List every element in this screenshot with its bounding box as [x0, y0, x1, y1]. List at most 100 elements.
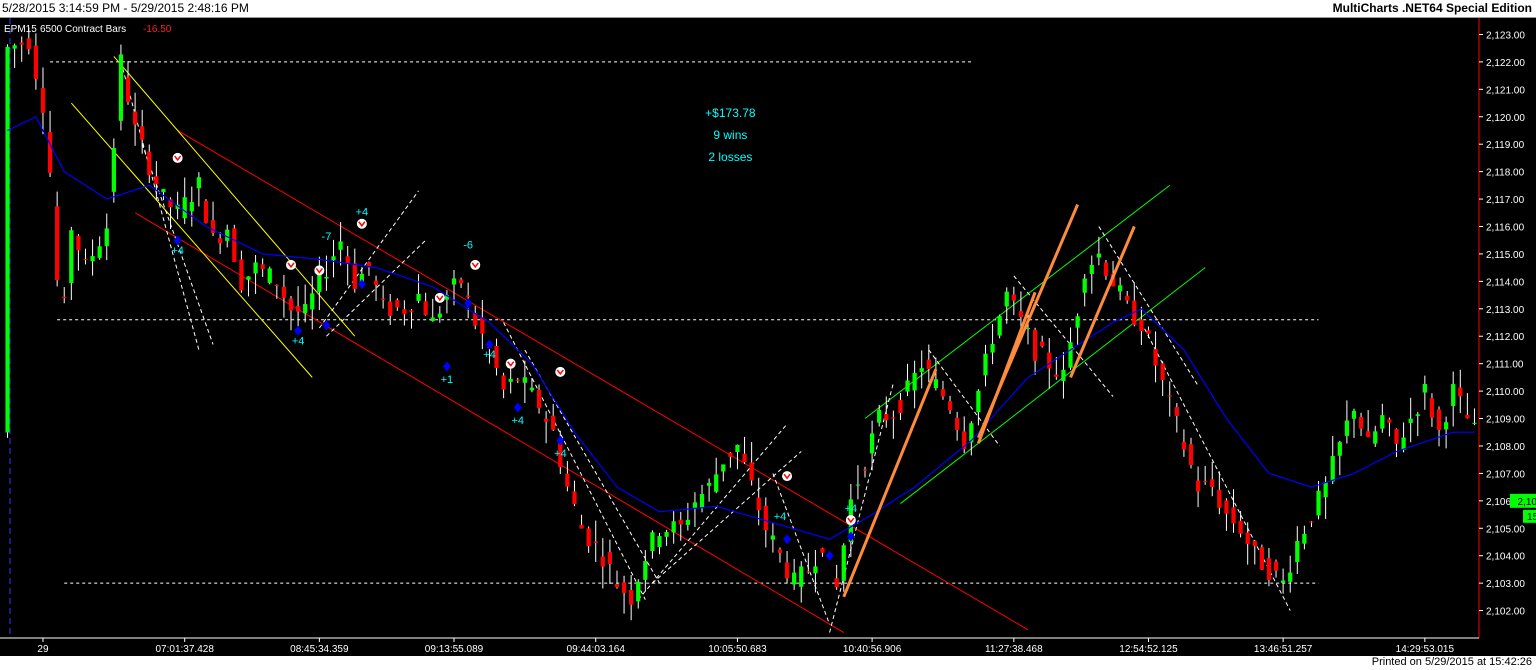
down-bar [572, 491, 577, 505]
down-bar [40, 88, 46, 113]
down-bar [466, 295, 471, 298]
up-bar [104, 228, 109, 247]
down-bar [1231, 507, 1236, 524]
up-bar [799, 566, 804, 587]
legend-net-change: -16.50 [143, 24, 172, 35]
up-bar [990, 343, 995, 353]
up-bar [12, 45, 17, 49]
price-tick-label: 2,107.00 [1486, 469, 1525, 480]
down-bar [147, 151, 152, 176]
price-tick-label: 2,121.00 [1486, 85, 1525, 96]
time-tick-label: 07:01:37.428 [156, 644, 215, 655]
up-bar [1337, 442, 1342, 456]
price-tick-label: 2,108.00 [1486, 442, 1525, 453]
up-bar [657, 536, 662, 548]
up-bar [983, 353, 988, 376]
down-bar [1011, 294, 1016, 301]
down-bar [1181, 441, 1187, 450]
down-bar [1040, 341, 1045, 347]
down-bar [1054, 374, 1059, 377]
up-bar [1323, 482, 1328, 498]
up-bar [1344, 420, 1350, 436]
down-bar [1217, 489, 1222, 508]
up-bar [912, 372, 917, 391]
up-bar [650, 532, 655, 551]
down-bar [1224, 500, 1229, 514]
down-bar [728, 452, 733, 457]
down-bar [1195, 480, 1201, 492]
price-tick-label: 2,112.00 [1486, 332, 1525, 343]
down-bar [777, 549, 783, 553]
pnl-label: -7 [322, 231, 332, 243]
pnl-label: +1 [441, 374, 454, 386]
price-tick-label: 2,115.00 [1486, 250, 1525, 261]
up-bar [1351, 410, 1357, 419]
up-bar [1068, 342, 1073, 368]
up-bar [90, 256, 95, 262]
down-bar [898, 399, 903, 414]
up-bar [161, 189, 166, 193]
down-bar [579, 524, 584, 529]
price-tick-label: 2,109.00 [1486, 415, 1525, 426]
down-bar [926, 359, 931, 370]
time-tick-label: 08:45:34.359 [290, 644, 349, 655]
down-bar [62, 296, 67, 299]
down-bar [1153, 349, 1158, 366]
up-bar [735, 444, 740, 453]
up-bar [196, 177, 202, 189]
down-bar [76, 235, 81, 251]
up-bar [111, 148, 116, 192]
time-tick-label: 10:40:56.906 [843, 644, 902, 655]
up-bar [1295, 541, 1300, 563]
up-bar [1004, 291, 1009, 307]
down-bar [1139, 319, 1144, 331]
up-bar [267, 268, 272, 283]
down-bar [884, 413, 889, 421]
up-bar [721, 464, 726, 472]
price-tick-label: 2,116.00 [1486, 222, 1525, 233]
up-bar [1089, 264, 1094, 274]
down-bar [19, 42, 24, 45]
up-bar [1280, 580, 1286, 583]
up-bar [430, 317, 435, 322]
up-bar [714, 474, 719, 492]
down-bar [55, 206, 60, 281]
up-bar [1408, 418, 1413, 423]
up-bar [189, 202, 194, 212]
legend-symbol: EPM15 [4, 24, 37, 35]
pnl-label: +4 [774, 511, 787, 523]
down-bar [83, 258, 88, 260]
down-bar [388, 301, 393, 316]
sell-marker [470, 259, 481, 270]
up-bar [933, 379, 939, 388]
price-tick-label: 2,123.00 [1486, 30, 1525, 41]
up-bar [685, 520, 690, 525]
up-bar [636, 581, 641, 602]
down-bar [607, 552, 613, 564]
down-bar [239, 259, 244, 291]
down-bar [1252, 540, 1257, 547]
down-bar [1103, 262, 1109, 276]
down-bar [543, 418, 549, 422]
price-tick-label: 2,110.00 [1486, 387, 1525, 398]
down-bar [125, 77, 131, 102]
down-bar [26, 38, 31, 50]
down-bar [1203, 481, 1208, 483]
up-bar [1380, 415, 1385, 429]
down-bar [742, 453, 747, 463]
up-bar [1451, 384, 1456, 406]
up-bar [813, 566, 818, 574]
chart-area[interactable]: +4 +4 -7 +4 -6 +1 +4 +4 +4 +4 +4 +$173.78 9 wins 2 l… [0, 18, 1536, 656]
up-bar [1096, 253, 1101, 258]
up-bar [437, 313, 442, 318]
up-bar [1288, 572, 1293, 582]
price-chart-svg[interactable]: +4 +4 -7 +4 -6 +1 +4 +4 +4 +4 +4 +$173.78 9 wins 2 l… [0, 18, 1536, 656]
up-bar [877, 409, 882, 423]
performance-annotation: 2 losses [708, 150, 752, 164]
up-bar [671, 521, 676, 533]
down-bar [806, 571, 811, 573]
down-bar [614, 584, 620, 588]
down-bar [1309, 521, 1314, 523]
down-bar [1429, 398, 1435, 418]
down-bar [955, 417, 960, 430]
